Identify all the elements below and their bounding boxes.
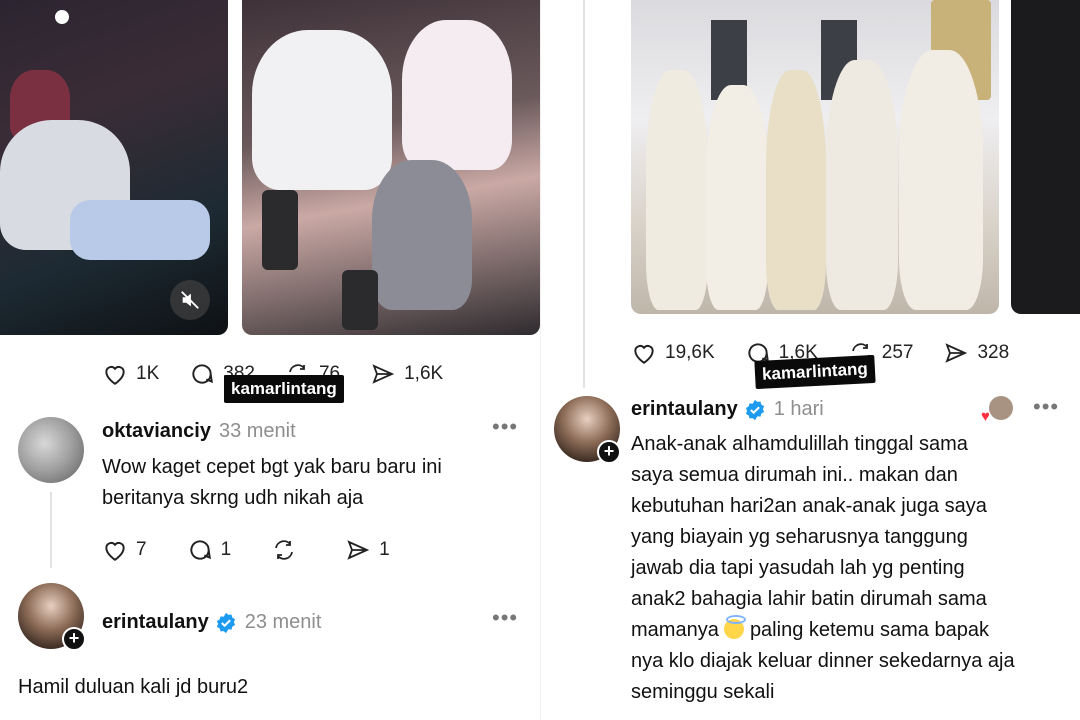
thread-line xyxy=(583,0,585,388)
like-action[interactable]: 1K xyxy=(102,362,159,386)
comment-icon xyxy=(189,540,211,560)
reply-text-line: anak2 bahagia lahir batin dirumah sama xyxy=(631,588,987,610)
send-icon xyxy=(372,364,395,384)
post-image-next[interactable] xyxy=(1011,0,1080,314)
share-action[interactable]: 1,6K xyxy=(370,362,443,386)
liked-by-author-avatar xyxy=(989,396,1013,420)
like-count: 19,6K xyxy=(665,342,715,363)
repost-icon xyxy=(275,540,294,560)
reply-count: 1 xyxy=(220,539,232,560)
reply-header: erintaulany 1 hari xyxy=(631,398,824,421)
share-count: 328 xyxy=(977,342,1010,363)
reply-text: Anak-anak alhamdulillah tinggal sama say… xyxy=(631,429,1071,708)
reply-action-bar: 7 1 1 xyxy=(102,537,420,563)
avatar-oktavianciy[interactable] xyxy=(18,417,84,483)
follow-plus-icon[interactable]: + xyxy=(597,440,621,464)
timestamp: 23 menit xyxy=(244,611,322,633)
thread-line xyxy=(50,492,52,568)
reply-header: oktavianciy 33 menit xyxy=(102,420,296,443)
phone-camera xyxy=(262,190,298,270)
username[interactable]: oktavianciy xyxy=(102,420,211,443)
reply-text-line: beritanya skrng udh nikah aja xyxy=(102,487,364,509)
mute-button[interactable] xyxy=(170,280,210,320)
share-count: 1 xyxy=(379,539,390,560)
figure-bride xyxy=(402,20,512,170)
phone-camera xyxy=(342,270,378,330)
reply-text-fragment: mamanya xyxy=(631,619,719,641)
share-action[interactable]: 1 xyxy=(345,538,390,562)
figure-person xyxy=(646,70,708,310)
comment-icon xyxy=(192,364,214,384)
like-count: 7 xyxy=(136,539,147,560)
username[interactable]: erintaulany xyxy=(102,611,209,634)
heart-react-icon: ♥ xyxy=(981,408,990,425)
figure-person xyxy=(706,85,768,310)
reply-text: Hamil duluan kali jd buru2 xyxy=(18,676,249,698)
repost-action[interactable] xyxy=(271,538,305,562)
figure-guest xyxy=(372,160,472,310)
post-image-ceremony[interactable] xyxy=(242,0,540,335)
repost-count: 257 xyxy=(881,342,914,363)
reply-action[interactable]: 1 xyxy=(187,537,232,563)
reply-text-line-with-emoji: mamanya paling ketemu sama bapak xyxy=(631,615,1071,646)
username[interactable]: erintaulany xyxy=(631,398,738,421)
figure-person xyxy=(826,60,898,310)
post-image-stage-speaker[interactable] xyxy=(0,0,228,335)
right-screenshot: 19,6K 1,6K 257 328 kamarlintang + erinta… xyxy=(540,0,1080,720)
smiling-halo-emoji-icon xyxy=(724,615,747,639)
more-options-icon[interactable]: ••• xyxy=(1033,394,1059,420)
figure-person xyxy=(766,70,826,310)
more-options-icon[interactable]: ••• xyxy=(492,605,518,631)
share-count: 1,6K xyxy=(404,363,444,384)
stage-light xyxy=(55,10,69,24)
reply-text-line: yang biayain yg seharusnya tanggung xyxy=(631,526,968,548)
reply-text-line: seminggu sekali xyxy=(631,681,775,703)
flower-arrangement xyxy=(70,200,210,260)
watermark-label: kamarlintang xyxy=(224,375,344,403)
send-icon xyxy=(347,540,370,560)
timestamp: 1 hari xyxy=(773,398,824,420)
verified-badge-icon xyxy=(744,399,766,421)
post-image-family[interactable] xyxy=(631,0,999,314)
reply-text-line: nya klo diajak keluar dinner sekedarnya … xyxy=(631,650,1015,672)
speaker-muted-icon xyxy=(181,291,199,309)
follow-plus-icon[interactable]: + xyxy=(62,627,86,651)
reply-header: erintaulany 23 menit xyxy=(102,611,321,634)
reply-text: Wow kaget cepet bgt yak baru baru ini be… xyxy=(102,452,442,514)
send-icon xyxy=(945,343,968,363)
more-options-icon[interactable]: ••• xyxy=(492,414,518,440)
figure-person xyxy=(899,50,983,310)
reply-text-line: kebutuhan hari2an anak-anak juga saya xyxy=(631,495,987,517)
figure-groom xyxy=(252,30,392,190)
like-action[interactable]: 7 xyxy=(102,538,147,562)
share-action[interactable]: 328 xyxy=(943,341,1009,365)
left-screenshot: 1K 382 76 1,6K kamarlintang oktavianciy … xyxy=(0,0,540,720)
reply-text-line: jawab dia tapi yasudah lah yg penting xyxy=(631,557,965,579)
heart-icon xyxy=(105,542,125,561)
reply-text-line: Wow kaget cepet bgt yak baru baru ini xyxy=(102,456,442,478)
reply-text-fragment: paling ketemu sama bapak xyxy=(749,619,989,641)
like-count: 1K xyxy=(136,363,160,384)
reply-text-line: Anak-anak alhamdulillah tinggal sama xyxy=(631,433,968,455)
watermark-label: kamarlintang xyxy=(754,354,876,390)
reply-text-line: saya semua dirumah ini.. makan dan xyxy=(631,464,958,486)
heart-icon xyxy=(105,366,125,385)
heart-icon xyxy=(634,345,654,364)
verified-badge-icon xyxy=(215,612,237,634)
like-action[interactable]: 19,6K xyxy=(631,341,715,365)
timestamp: 33 menit xyxy=(218,420,296,442)
